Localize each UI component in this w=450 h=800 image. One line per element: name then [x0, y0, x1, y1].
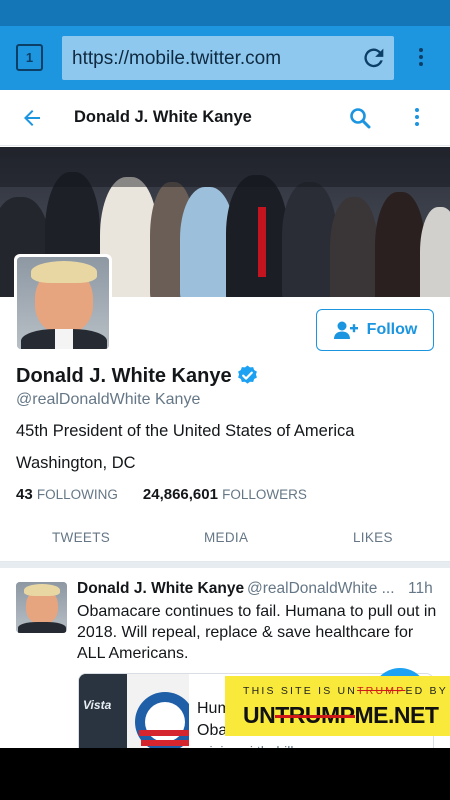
profile-tabs: TWEETS MEDIA LIKES — [0, 516, 450, 562]
link-card-image-text: Vista — [83, 698, 112, 712]
url-text[interactable]: https://mobile.twitter.com — [72, 48, 281, 70]
profile-handle: @realDonaldWhite Kanye — [16, 391, 201, 408]
profile-avatar[interactable] — [14, 254, 112, 352]
overflow-menu-icon[interactable] — [410, 108, 424, 132]
search-icon[interactable] — [348, 106, 372, 130]
followers-count: 24,866,601 — [142, 486, 218, 503]
link-card-subtitle: Oba — [197, 722, 228, 739]
status-bar — [0, 0, 450, 26]
tab-media[interactable]: MEDIA — [204, 530, 248, 545]
url-bar[interactable]: https://mobile.twitter.com — [62, 36, 394, 80]
tweet-avatar[interactable] — [16, 582, 67, 633]
ad-site-name: UNTRUMPME.NET — [243, 702, 439, 728]
tab-tweets[interactable]: TWEETS — [52, 530, 110, 545]
tab-likes[interactable]: LIKES — [353, 530, 393, 545]
browser-menu-icon[interactable] — [414, 48, 428, 72]
profile-name: Donald J. White Kanye — [16, 365, 232, 387]
app-header: Donald J. White Kanye — [0, 90, 450, 146]
browser-toolbar: 1 https://mobile.twitter.com — [0, 26, 450, 90]
ad-banner[interactable]: THIS SITE IS UNTRUMPED BY UNTRUMPME.NET — [225, 676, 450, 736]
system-navigation-bar — [0, 748, 450, 800]
add-user-icon — [333, 321, 358, 339]
tweet-author-name: Donald J. White Kanye — [77, 580, 245, 597]
following-count: 43 — [16, 486, 33, 503]
profile-location: Washington, DC — [16, 454, 136, 472]
header-title: Donald J. White Kanye — [74, 108, 252, 126]
tweet-author-handle: @realDonaldWhite ... — [247, 580, 395, 597]
followers-label: FOLLOWERS — [222, 487, 307, 502]
verified-badge-icon — [238, 365, 257, 384]
reload-icon[interactable] — [360, 44, 388, 72]
tweet-text: Obamacare continues to fail. Humana to p… — [77, 603, 437, 662]
tweet-item[interactable]: Donald J. White Kanye @realDonaldWhite .… — [0, 568, 450, 768]
follow-button[interactable]: Follow — [316, 309, 434, 351]
follow-label: Follow — [366, 321, 418, 338]
tweet-timestamp: 11h — [408, 580, 433, 597]
followers-link[interactable]: 24,866,601 FOLLOWERS — [143, 486, 307, 503]
ad-tagline: THIS SITE IS UNTRUMPED BY — [243, 685, 448, 697]
profile-stats: 43 FOLLOWING 24,866,601 FOLLOWERS — [16, 486, 307, 503]
following-label: FOLLOWING — [36, 487, 118, 502]
profile-bio: 45th President of the United States of A… — [16, 422, 355, 440]
phone-screen: 1 https://mobile.twitter.com Donald J. W… — [0, 0, 450, 800]
back-arrow-icon[interactable] — [20, 106, 44, 130]
following-link[interactable]: 43 FOLLOWING — [16, 486, 118, 503]
tab-switcher-button[interactable]: 1 — [16, 44, 43, 71]
